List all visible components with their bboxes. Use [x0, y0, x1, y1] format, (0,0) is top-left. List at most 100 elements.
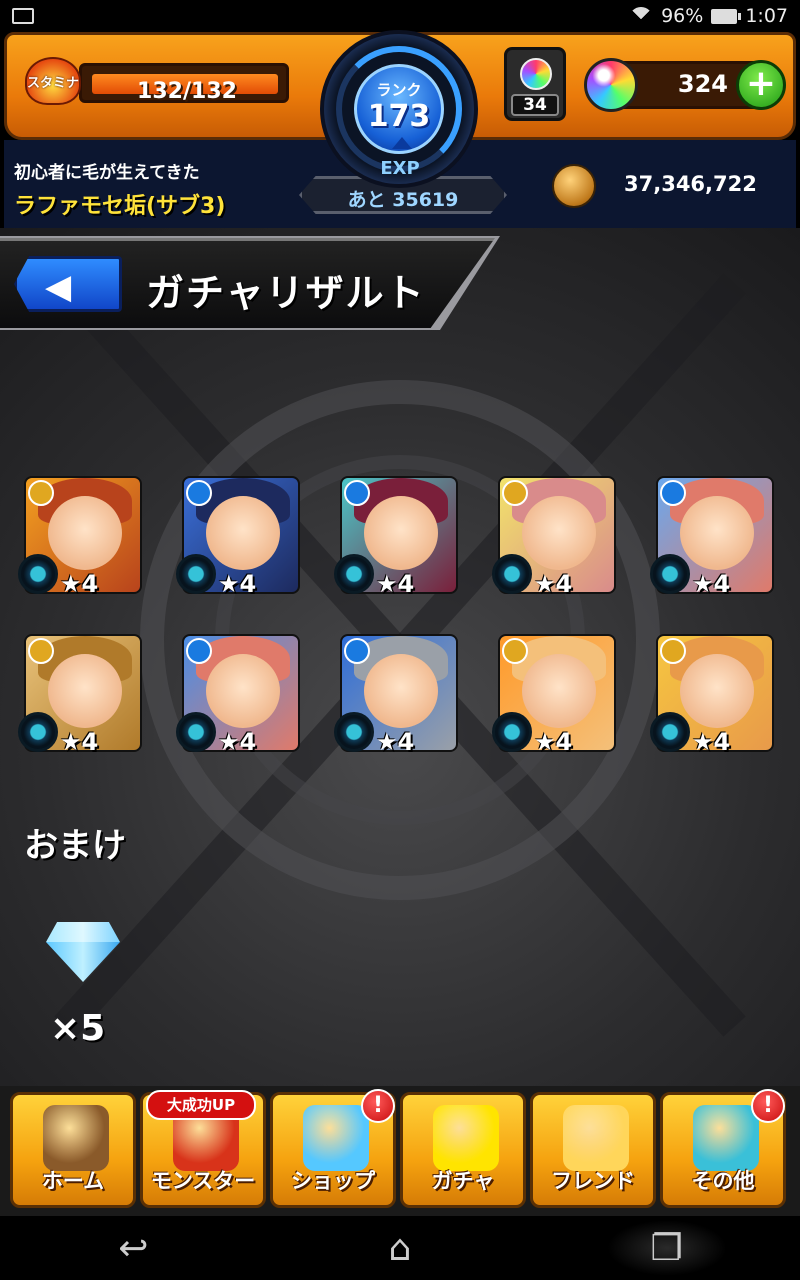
- portrait-face: [522, 496, 596, 570]
- luck-ring-icon: [650, 712, 690, 752]
- alert-badge-icon: !: [361, 1089, 395, 1123]
- rarity-label: ★4: [534, 728, 573, 756]
- rank-label: ランク: [376, 81, 422, 99]
- portrait-face: [680, 654, 754, 728]
- buy-orbs-button[interactable]: +: [736, 60, 786, 110]
- monster-card[interactable]: ★4: [176, 476, 302, 598]
- back-button[interactable]: ◀: [14, 256, 122, 312]
- menu-label: ガチャ: [431, 1169, 495, 1193]
- gem-count: ×5: [50, 1008, 106, 1049]
- rank-value: 173: [367, 99, 431, 134]
- back-icon: ↩: [118, 1227, 149, 1269]
- monster-card[interactable]: ★4: [492, 634, 618, 756]
- monster-card[interactable]: ★4: [176, 634, 302, 756]
- rarity-label: ★4: [60, 570, 99, 598]
- friends-icon: [563, 1105, 629, 1171]
- rarity-label: ★4: [376, 728, 415, 756]
- luck-ring-icon: [334, 712, 374, 752]
- menu-label: モンスター: [150, 1169, 256, 1193]
- gold-amount: 37,346,722: [624, 172, 757, 196]
- light-element-icon: [28, 480, 54, 506]
- monster-card[interactable]: ★4: [18, 476, 144, 598]
- home-gate-icon: [43, 1105, 109, 1171]
- menu-label: フレンド: [551, 1169, 635, 1193]
- water-element-icon: [660, 480, 686, 506]
- gallery-notification-icon: [12, 8, 34, 24]
- egg-icon: [433, 1105, 499, 1171]
- luck-ring-icon: [334, 554, 374, 594]
- portrait-face: [206, 654, 280, 728]
- luck-ring-icon: [18, 554, 58, 594]
- battery-percent: 96%: [661, 5, 704, 27]
- monster-card[interactable]: ★4: [650, 476, 776, 598]
- bottom-menu: ホーム モンスター ショップ! ガチャ フレンド その他!: [0, 1086, 800, 1216]
- menu-item-2[interactable]: ショップ!: [270, 1089, 396, 1208]
- portrait-face: [48, 654, 122, 728]
- luck-ring-icon: [176, 712, 216, 752]
- light-element-icon: [502, 638, 528, 664]
- orb-box-button[interactable]: 34: [504, 47, 566, 121]
- status-bar: 96% 1:07: [0, 0, 800, 32]
- portrait-face: [364, 496, 438, 570]
- nav-home-button[interactable]: ⌂: [340, 1220, 460, 1276]
- menu-item-3[interactable]: ガチャ: [400, 1092, 526, 1208]
- light-element-icon: [502, 480, 528, 506]
- rank-up-arrow-icon: [392, 137, 412, 149]
- rarity-label: ★4: [534, 570, 573, 598]
- light-element-icon: [660, 638, 686, 664]
- portrait-face: [680, 496, 754, 570]
- portrait-face: [522, 654, 596, 728]
- alert-badge-icon: !: [751, 1089, 785, 1123]
- back-arrow-icon: ◀: [45, 267, 72, 307]
- page-title: ガチャリザルト: [146, 271, 426, 315]
- gold-coin-icon: [552, 164, 596, 208]
- system-nav-bar: ↩ ⌂ ❐: [0, 1216, 800, 1280]
- monster-card[interactable]: ★4: [334, 476, 460, 598]
- rarity-label: ★4: [376, 570, 415, 598]
- rarity-label: ★4: [692, 570, 731, 598]
- promo-badge: 大成功UP: [146, 1090, 256, 1120]
- portrait-face: [206, 496, 280, 570]
- water-element-icon: [344, 480, 370, 506]
- battery-icon: [711, 8, 742, 24]
- water-element-icon: [344, 638, 370, 664]
- nav-recents-button[interactable]: ❐: [606, 1220, 727, 1276]
- menu-item-0[interactable]: ホーム: [10, 1092, 136, 1208]
- rarity-label: ★4: [218, 570, 257, 598]
- orb-count: 324: [677, 70, 728, 98]
- rarity-label: ★4: [692, 728, 731, 756]
- bonus-title: おまけ: [24, 826, 126, 866]
- clock: 1:07: [745, 5, 788, 27]
- diamond-gem-icon: [46, 922, 120, 982]
- orb-icon: [520, 58, 552, 90]
- light-element-icon: [28, 638, 54, 664]
- menu-label: ホーム: [41, 1169, 105, 1193]
- monster-card[interactable]: ★4: [18, 634, 144, 756]
- nav-back-button[interactable]: ↩: [73, 1220, 193, 1276]
- rainbow-orb-icon: [584, 58, 638, 112]
- luck-ring-icon: [492, 554, 532, 594]
- luck-ring-icon: [650, 554, 690, 594]
- rank-core: ランク 173: [354, 64, 444, 154]
- water-element-icon: [186, 638, 212, 664]
- monster-card[interactable]: ★4: [492, 476, 618, 598]
- monster-card[interactable]: ★4: [334, 634, 460, 756]
- rarity-label: ★4: [60, 728, 99, 756]
- other-icon: [693, 1105, 759, 1171]
- menu-label: ショップ: [291, 1169, 375, 1193]
- orb-box-count: 34: [511, 94, 559, 116]
- stamina-value: 132/132: [137, 79, 237, 104]
- rainbow-orb-icon: [303, 1105, 369, 1171]
- recents-icon: ❐: [650, 1227, 683, 1269]
- water-element-icon: [186, 480, 212, 506]
- monster-card[interactable]: ★4: [650, 634, 776, 756]
- luck-ring-icon: [18, 712, 58, 752]
- exp-label: EXP: [380, 158, 420, 179]
- menu-item-5[interactable]: その他!: [660, 1089, 786, 1208]
- luck-ring-icon: [492, 712, 532, 752]
- wifi-icon: [629, 7, 653, 25]
- menu-label: その他: [691, 1169, 755, 1193]
- rarity-label: ★4: [218, 728, 257, 756]
- menu-item-4[interactable]: フレンド: [530, 1092, 656, 1208]
- player-name: ラファモセ垢(サブ3): [14, 194, 226, 219]
